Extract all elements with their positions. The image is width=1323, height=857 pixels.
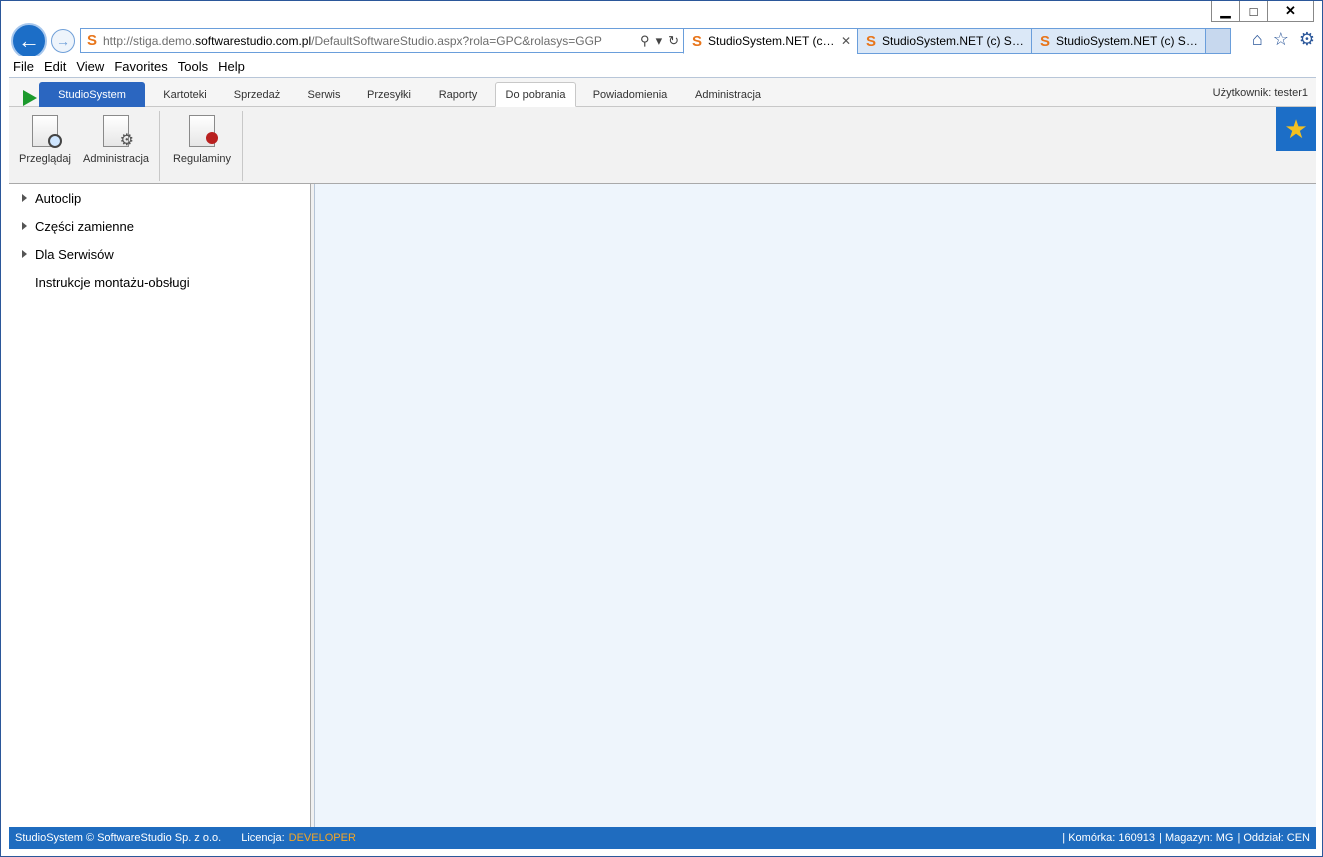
copyright-text: StudioSystem © SoftwareStudio Sp. z o.o.: [15, 832, 222, 844]
status-info: | Komórka: 160913 | Magazyn: MG | Oddzia…: [1062, 832, 1310, 844]
menu-help[interactable]: Help: [218, 59, 245, 74]
menu-view[interactable]: View: [76, 59, 104, 74]
tree-label: Dla Serwisów: [35, 246, 114, 262]
window-controls: ▁ □ ✕: [1211, 1, 1314, 23]
site-logo-icon: S: [691, 32, 702, 50]
browser-tabs: S StudioSystem.NET (c) ... ✕ S StudioSys…: [683, 28, 1231, 54]
button-label: Przeglądaj: [19, 153, 71, 165]
menu-bar: File Edit View Favorites Tools Help: [9, 56, 1316, 78]
tree-label: Części zamienne: [35, 218, 134, 234]
address-bar[interactable]: S http://stiga.demo.softwarestudio.com.p…: [80, 28, 686, 53]
ribbon-separator: [242, 111, 243, 181]
przegladaj-button[interactable]: Przeglądaj: [19, 115, 71, 165]
document-search-icon: [32, 115, 62, 148]
new-tab-button[interactable]: [1205, 28, 1231, 54]
star-icon: ★: [1284, 113, 1308, 144]
maximize-button[interactable]: □: [1239, 1, 1268, 22]
tree-item[interactable]: Instrukcje montażu-obsługi: [9, 268, 310, 296]
browser-tab[interactable]: S StudioSystem.NET (c) Sof...: [857, 28, 1032, 54]
favorites-star-icon[interactable]: ☆: [1273, 29, 1289, 50]
tree-label: Autoclip: [35, 190, 82, 206]
menu-file[interactable]: File: [13, 59, 34, 74]
forward-button[interactable]: →: [51, 29, 75, 53]
tree-panel: Autoclip Części zamienne Dla Serwisów In…: [9, 184, 311, 827]
tab-raporty[interactable]: Raporty: [429, 82, 487, 107]
back-button[interactable]: ←: [11, 23, 47, 59]
arrow-right-icon: →: [56, 33, 70, 49]
license-label: Licencja:: [241, 832, 285, 844]
dropdown-icon[interactable]: ▾: [656, 33, 663, 49]
site-logo-icon: S: [1039, 32, 1050, 50]
menu-favorites[interactable]: Favorites: [114, 59, 167, 74]
tab-title: StudioSystem.NET (c) ...: [708, 34, 837, 48]
minimize-button[interactable]: ▁: [1211, 1, 1240, 22]
status-bar: StudioSystem © SoftwareStudio Sp. z o.o.…: [9, 827, 1316, 849]
app-tab-bar: StudioSystem Kartoteki Sprzedaż Serwis P…: [9, 78, 1316, 107]
document-seal-icon: [189, 115, 218, 147]
browser-window: ▁ □ ✕ ← → S http://stiga.demo.softwarest…: [0, 0, 1323, 857]
expand-arrow-icon[interactable]: [22, 250, 27, 258]
address-actions: ⚲ ▾ ↻: [640, 33, 685, 49]
address-url[interactable]: http://stiga.demo.softwarestudio.com.pl/…: [103, 34, 640, 48]
tree-item[interactable]: Dla Serwisów: [9, 240, 310, 268]
tab-administracja[interactable]: Administracja: [687, 82, 769, 107]
ribbon-separator: [159, 111, 160, 181]
browser-toolbar-icons: ⌂ ☆ ⚙: [1252, 29, 1315, 50]
site-logo-icon: S: [865, 32, 876, 50]
menu-tools[interactable]: Tools: [178, 59, 208, 74]
browser-nav-bar: ← → S http://stiga.demo.softwarestudio.c…: [9, 21, 1319, 59]
cell-info: | Komórka: 160913: [1062, 832, 1156, 844]
favorite-star-button[interactable]: ★: [1276, 107, 1316, 151]
play-icon: [23, 90, 37, 106]
browser-tab[interactable]: S StudioSystem.NET (c) Sof...: [1031, 28, 1206, 54]
warehouse-info: | Magazyn: MG: [1159, 832, 1234, 844]
user-label: Użytkownik: tester1: [1212, 87, 1308, 99]
arrow-left-icon: ←: [18, 28, 40, 53]
refresh-icon[interactable]: ↻: [668, 33, 679, 49]
administracja-button[interactable]: ⚙ Administracja: [81, 115, 151, 165]
content-area: [315, 184, 1316, 827]
close-tab-icon[interactable]: ✕: [841, 34, 851, 48]
tab-powiadomienia[interactable]: Powiadomienia: [587, 82, 673, 107]
tab-serwis[interactable]: Serwis: [299, 82, 349, 107]
tab-kartoteki[interactable]: Kartoteki: [155, 82, 215, 107]
expand-arrow-icon[interactable]: [22, 194, 27, 202]
license-value: DEVELOPER: [288, 832, 356, 844]
tree-item[interactable]: Części zamienne: [9, 212, 310, 240]
url-domain: softwarestudio.com.pl: [195, 33, 312, 48]
ribbon-toolbar: Przeglądaj ⚙ Administracja Regulaminy ★: [9, 107, 1316, 184]
document-settings-icon: ⚙: [103, 115, 134, 149]
tab-przesylki[interactable]: Przesyłki: [361, 82, 417, 107]
url-prefix: http://stiga.demo.: [103, 33, 196, 48]
run-button[interactable]: [15, 83, 37, 106]
tab-title: StudioSystem.NET (c) Sof...: [1056, 34, 1199, 48]
tab-studiosystem[interactable]: StudioSystem: [39, 82, 145, 107]
settings-gear-icon[interactable]: ⚙: [1299, 29, 1315, 50]
regulaminy-button[interactable]: Regulaminy: [171, 115, 233, 165]
tree-label: Instrukcje montażu-obsługi: [35, 274, 190, 290]
url-path: /DefaultSoftwareStudio.aspx?rola=GPC&rol…: [311, 33, 602, 48]
menu-edit[interactable]: Edit: [44, 59, 66, 74]
tree-item[interactable]: Autoclip: [9, 184, 310, 212]
button-label: Administracja: [82, 153, 150, 165]
search-icon[interactable]: ⚲: [640, 33, 650, 49]
site-logo-icon: S: [86, 32, 97, 49]
branch-info: | Oddział: CEN: [1237, 832, 1310, 844]
home-icon[interactable]: ⌂: [1252, 29, 1263, 50]
tab-title: StudioSystem.NET (c) Sof...: [882, 34, 1025, 48]
expand-arrow-icon[interactable]: [22, 222, 27, 230]
browser-tab[interactable]: S StudioSystem.NET (c) ... ✕: [683, 28, 858, 54]
button-label: Regulaminy: [172, 153, 232, 165]
close-window-button[interactable]: ✕: [1267, 1, 1314, 22]
tab-do-pobrania[interactable]: Do pobrania: [495, 82, 576, 107]
tab-sprzedaz[interactable]: Sprzedaż: [227, 82, 287, 107]
